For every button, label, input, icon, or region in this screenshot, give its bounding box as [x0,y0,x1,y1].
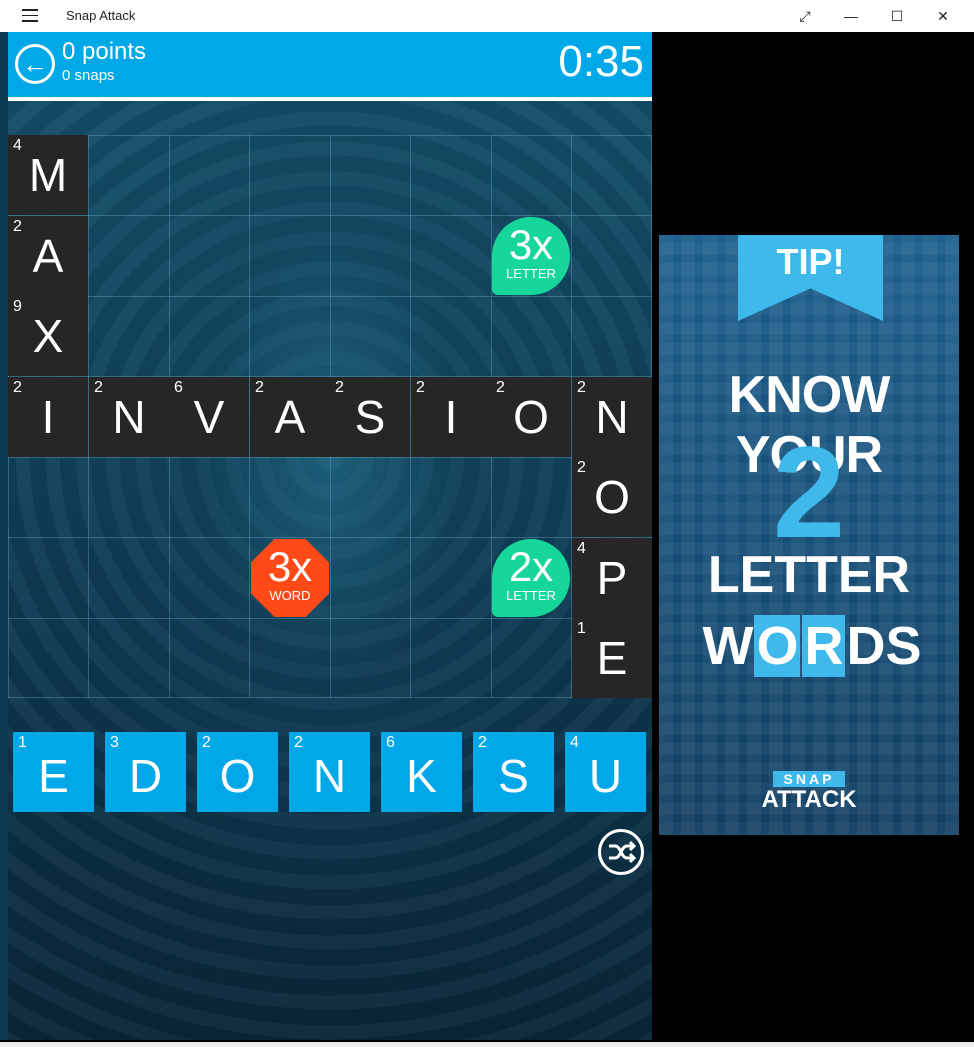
grid-line [8,296,652,297]
score-header: ← 0 points 0 snaps 0:35 [8,32,652,97]
bonus-double-letter[interactable]: 2x LETTER [492,539,570,617]
tile-letter: E [38,750,69,802]
tile-letter: N [112,391,146,443]
board-tile[interactable]: 2A [8,216,88,296]
tile-letter: M [28,149,68,201]
tile-letter: N [312,750,347,802]
grid-line [8,618,652,619]
hamburger-icon[interactable] [22,9,38,23]
board-tile[interactable]: 2N [89,377,169,457]
bonus-value: 3x [508,221,554,268]
tile-letter: O [513,391,549,443]
tile-letter: I [444,391,458,443]
tile-letter: S [498,750,529,802]
board-tile[interactable]: 9X [8,296,88,376]
timer: 0:35 [558,37,644,86]
rack-tile[interactable]: 1E [13,732,94,812]
logo-snap: SNAP [773,771,845,787]
tile-letter: K [406,750,437,802]
bonus-label: LETTER [506,266,556,281]
maximize-icon[interactable]: ☐ [874,0,920,32]
close-icon[interactable]: ✕ [920,0,966,32]
tile-letter: O [219,750,256,802]
title-bar: Snap Attack ⤢ — ☐ ✕ [0,0,974,32]
minimize-icon[interactable]: — [828,0,874,32]
app-area: ← 0 points 0 snaps 0:35 4M 2 A 9 X 2 I 2… [0,32,974,1042]
logo-attack: ATTACK [761,786,857,813]
grid-line [8,697,652,698]
tile-letter: E [596,632,628,684]
tile-letter: D [128,750,163,802]
rack-tile[interactable]: 2O [197,732,278,812]
tile-letter: A [32,230,64,282]
board-tile[interactable]: 1E [572,618,652,698]
grid-line [8,457,652,458]
bonus-label: LETTER [506,588,556,603]
board-tile[interactable]: 2I [411,377,491,457]
grid-line [8,135,652,136]
left-edge [0,32,8,1040]
tile-letter: A [274,391,306,443]
rack-tile[interactable]: 3D [105,732,186,812]
game-board: 4M 2A 9X 2I 2N 6V 2A 2S 2I 2O 2N 2O 4P 1… [8,135,652,698]
ad-letter: S [885,616,922,676]
tile-letter: S [354,391,386,443]
snap-attack-logo: SNAP ATTACK [659,771,959,813]
bonus-value: 2x [508,543,554,590]
tile-letter: I [41,391,55,443]
shuffle-icon[interactable] [598,829,644,875]
board-tile[interactable]: 2N [572,377,652,457]
ad-headline-4: W O R D S [687,613,937,679]
tile-letter: X [32,310,64,362]
shuffle-icon-glyph [609,840,637,864]
bonus-value: 3x [267,543,313,590]
grid-line [8,215,652,216]
grid-line [8,537,652,538]
board-tile[interactable]: 2A [250,377,330,457]
header-divider [8,97,652,101]
window-title: Snap Attack [66,8,136,23]
ad-letter: W [702,616,754,676]
board-tile[interactable]: 2S [330,377,410,457]
restore-icon[interactable]: ⤢ [782,0,828,32]
board-tile[interactable]: 4P [572,538,652,618]
rack-tile[interactable]: 2N [289,732,370,812]
tile-letter: V [193,391,225,443]
bottom-edge [0,1042,974,1047]
rack-tile[interactable]: 6K [381,732,462,812]
rack-tile[interactable]: 2S [473,732,554,812]
board-tile[interactable]: 2I [8,377,88,457]
board-tile[interactable]: 2O [491,377,571,457]
tip-label: TIP! [776,241,845,282]
ad-letter-highlight: O [754,615,801,677]
board-tile[interactable]: 6V [169,377,249,457]
bonus-triple-letter[interactable]: 3x LETTER [492,217,570,295]
board-tile[interactable]: 2O [572,457,652,537]
points-display: 0 points [62,38,147,65]
tile-letter: P [596,552,628,604]
bonus-triple-word[interactable]: 3x WORD [251,539,329,617]
tile-letter: O [594,471,630,523]
tile-letter: U [588,750,623,802]
ad-headline-3: LETTER [707,546,911,604]
ad-letter-highlight: R [802,615,846,677]
game-panel: ← 0 points 0 snaps 0:35 4M 2 A 9 X 2 I 2… [8,32,652,1040]
ad-headline-number: 2 [772,419,846,565]
bonus-label: WORD [269,588,311,603]
tip-ad[interactable]: TIP! KNOW YOUR 2 LETTER W O R D S SNAP A… [659,235,959,835]
rack-tile[interactable]: 4U [565,732,646,812]
ad-letter: D [846,616,886,676]
board-tile[interactable]: 4M [8,135,88,215]
snaps-display: 0 snaps [62,67,115,84]
tile-letter: N [595,391,629,443]
back-arrow-icon[interactable]: ← [15,44,55,84]
